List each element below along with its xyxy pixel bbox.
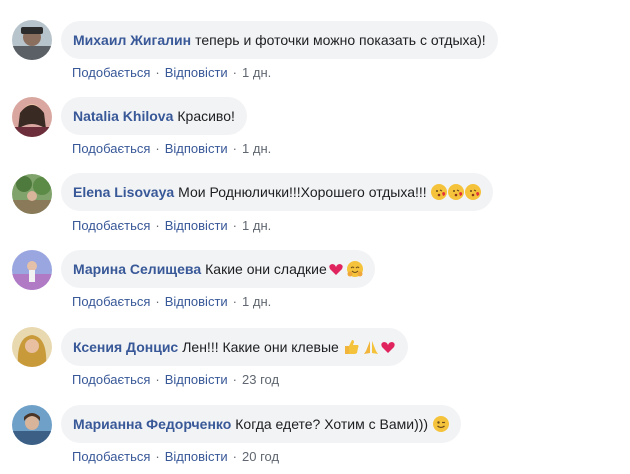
comment-actions: Подобається · Відповісти · 1 дн.: [72, 218, 272, 233]
thumbs-up-emoji: [344, 339, 360, 355]
timestamp[interactable]: 1 дн.: [242, 141, 271, 156]
like-link[interactable]: Подобається: [72, 449, 150, 464]
comment-bubble: Марианна Федорченко Когда едете? Хотим с…: [61, 405, 462, 443]
like-link[interactable]: Подобається: [72, 65, 150, 80]
comment-bubble: Марина Селищева Какие они сладкие: [61, 250, 375, 288]
comment-actions: Подобається · Відповісти · 20 год: [72, 449, 280, 464]
comment-bubble: Elena Lisovaya Мои Роднюлички!!!Хорошего…: [61, 173, 493, 211]
kissing-heart-emoji: [447, 184, 464, 200]
timestamp[interactable]: 1 дн.: [242, 218, 271, 233]
timestamp[interactable]: 20 год: [242, 449, 279, 464]
avatar[interactable]: [12, 20, 52, 60]
kissing-heart-emoji: [464, 184, 481, 200]
timestamp[interactable]: 1 дн.: [242, 65, 271, 80]
comment-text: Мои Роднюлички!!!Хорошего отдыха!!!: [178, 184, 427, 200]
comment-author[interactable]: Михаил Жигалин: [73, 32, 191, 48]
comment-actions: Подобається · Відповісти · 23 год: [72, 372, 280, 387]
comment-author[interactable]: Natalia Khilova: [73, 108, 173, 124]
comment-author[interactable]: Elena Lisovaya: [73, 184, 174, 200]
wink-emoji: [433, 416, 450, 432]
like-link[interactable]: Подобається: [72, 141, 150, 156]
avatar[interactable]: [12, 97, 52, 137]
comment-bubble: Natalia Khilova Красиво!: [61, 97, 247, 135]
reply-link[interactable]: Відповісти: [165, 218, 228, 233]
comment-text: теперь и фоточки можно показать с отдыха…: [195, 32, 486, 48]
avatar[interactable]: [12, 174, 52, 214]
comment-author[interactable]: Марианна Федорченко: [73, 416, 231, 432]
heart-emoji: [328, 261, 344, 277]
comment-bubble: Ксения Донцис Лен!!! Какие они клевые: [61, 328, 408, 366]
hugging-emoji: [346, 261, 363, 277]
like-link[interactable]: Подобається: [72, 372, 150, 387]
comment-text: Какие они сладкие: [205, 261, 327, 277]
comment-text: Когда едете? Хотим с Вами))): [235, 416, 429, 432]
reply-link[interactable]: Відповісти: [165, 294, 228, 309]
heart-emoji: [380, 339, 396, 355]
reply-link[interactable]: Відповісти: [165, 141, 228, 156]
comment-text: Красиво!: [177, 108, 235, 124]
comment-bubble: Михаил Жигалин теперь и фоточки можно по…: [61, 21, 498, 59]
avatar[interactable]: [12, 327, 52, 367]
comment-author[interactable]: Ксения Донцис: [73, 339, 178, 355]
reply-link[interactable]: Відповісти: [165, 372, 228, 387]
comment-author[interactable]: Марина Селищева: [73, 261, 201, 277]
like-link[interactable]: Подобається: [72, 218, 150, 233]
praying-hands-emoji: [363, 339, 379, 355]
like-link[interactable]: Подобається: [72, 294, 150, 309]
avatar[interactable]: [12, 250, 52, 290]
reply-link[interactable]: Відповісти: [165, 65, 228, 80]
kissing-heart-emoji: [430, 184, 447, 200]
comment-text: Лен!!! Какие они клевые: [182, 339, 339, 355]
timestamp[interactable]: 1 дн.: [242, 294, 271, 309]
comment-actions: Подобається · Відповісти · 1 дн.: [72, 141, 272, 156]
avatar[interactable]: [12, 405, 52, 445]
comment-actions: Подобається · Відповісти · 1 дн.: [72, 65, 272, 80]
timestamp[interactable]: 23 год: [242, 372, 279, 387]
reply-link[interactable]: Відповісти: [165, 449, 228, 464]
comment-actions: Подобається · Відповісти · 1 дн.: [72, 294, 272, 309]
